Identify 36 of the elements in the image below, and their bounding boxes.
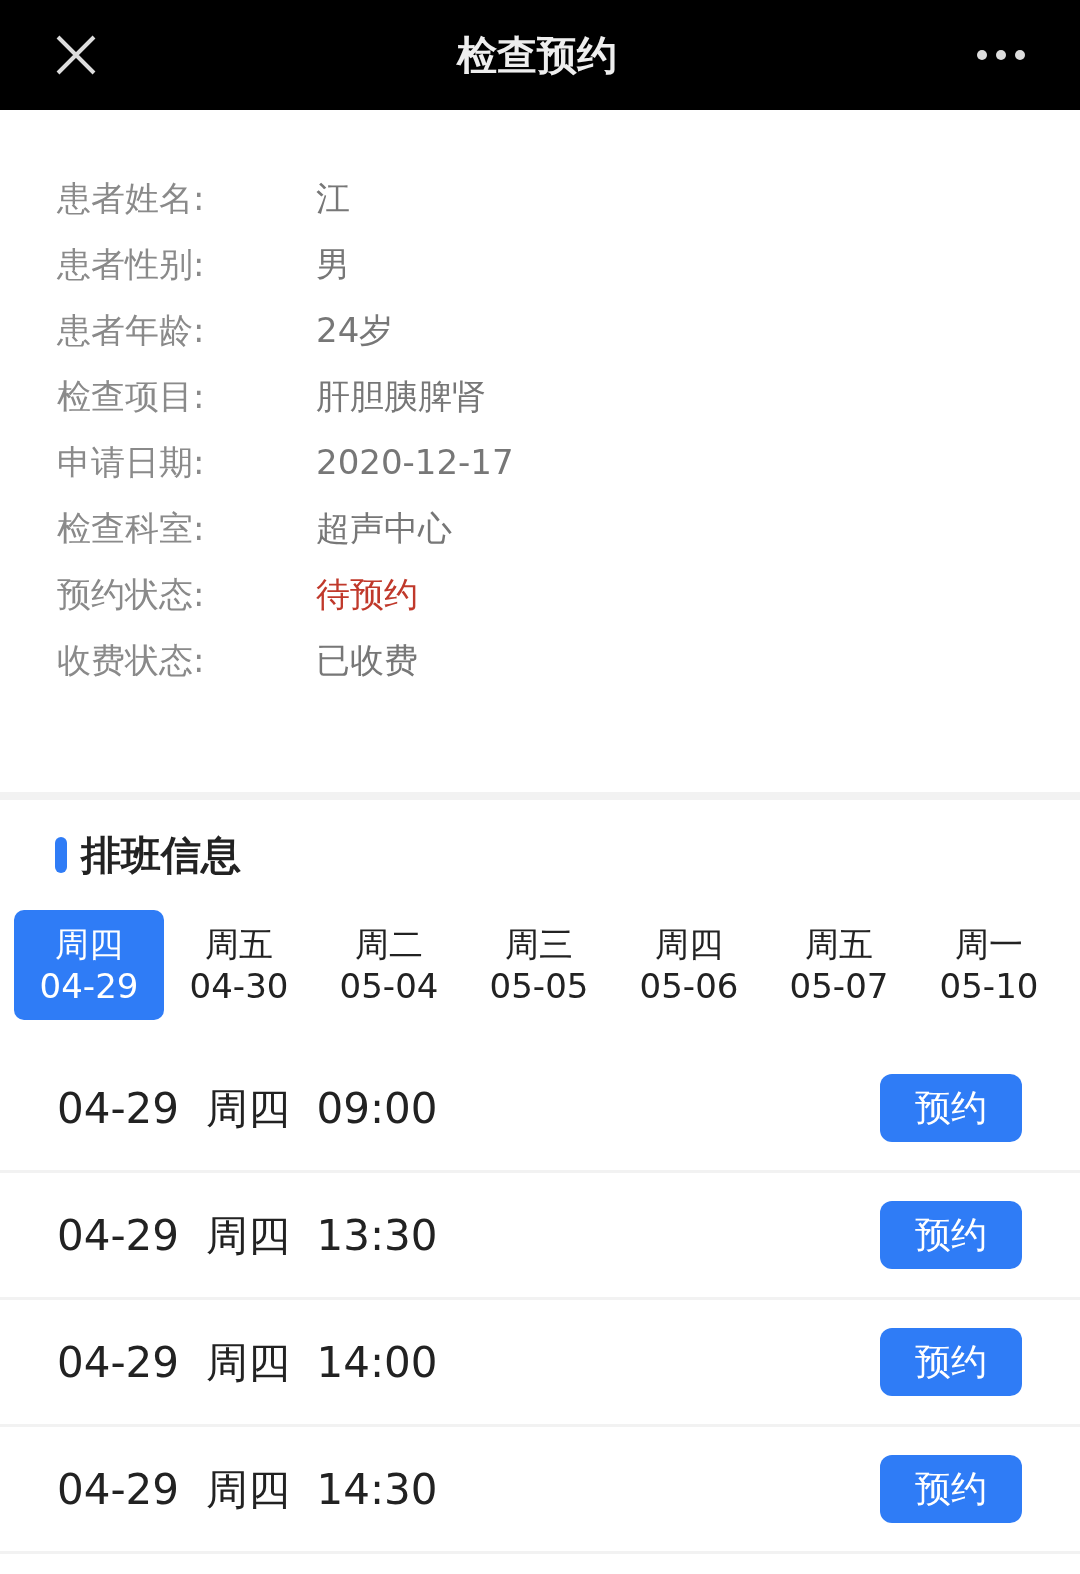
field-label: 患者性别: — [57, 242, 206, 286]
field-value: 男 — [316, 242, 350, 286]
field-label: 收费状态: — [57, 638, 206, 682]
date-tab[interactable]: 周一 05-10 — [914, 910, 1064, 1020]
date-tab[interactable]: 周五 04-30 — [164, 910, 314, 1020]
field-value: 江 — [316, 176, 350, 220]
field-label: 预约状态: — [57, 572, 206, 616]
slot-time: 04-29 周四 09:00 — [57, 1082, 438, 1135]
field-label: 患者姓名: — [57, 176, 206, 220]
section-marker — [55, 837, 67, 873]
field-label: 检查项目: — [57, 374, 206, 418]
field-label: 患者年龄: — [57, 308, 206, 352]
book-button[interactable]: 预约 — [880, 1201, 1022, 1269]
field-value: 24岁 — [316, 308, 394, 352]
field-label: 检查科室: — [57, 506, 206, 550]
date-tab[interactable]: 周五 05-07 — [764, 910, 914, 1020]
field-value: 已收费 — [316, 638, 418, 682]
date-tab[interactable]: 周二 05-04 — [314, 910, 464, 1020]
slot-time: 04-29 周四 13:30 — [57, 1209, 438, 1262]
window-title: 检查预约 — [457, 31, 617, 80]
date-tab[interactable]: 周三 05-05 — [464, 910, 614, 1020]
field-value: 2020-12-17 — [316, 440, 514, 484]
book-button[interactable]: 预约 — [880, 1074, 1022, 1142]
book-button[interactable]: 预约 — [880, 1328, 1022, 1396]
slot-time: 04-29 周四 14:00 — [57, 1336, 438, 1389]
field-value: 超声中心 — [316, 506, 452, 550]
field-value: 肝胆胰脾肾 — [316, 374, 486, 418]
close-icon[interactable] — [54, 33, 98, 77]
field-value: 待预约 — [316, 572, 418, 616]
date-tab[interactable]: 周四 05-06 — [614, 910, 764, 1020]
slot-time: 04-29 周四 14:30 — [57, 1463, 438, 1516]
field-label: 申请日期: — [57, 440, 206, 484]
date-tab[interactable]: 周四 04-29 — [14, 910, 164, 1020]
section-title: 排班信息 — [81, 831, 241, 880]
more-icon[interactable] — [976, 49, 1026, 61]
book-button[interactable]: 预约 — [880, 1455, 1022, 1523]
